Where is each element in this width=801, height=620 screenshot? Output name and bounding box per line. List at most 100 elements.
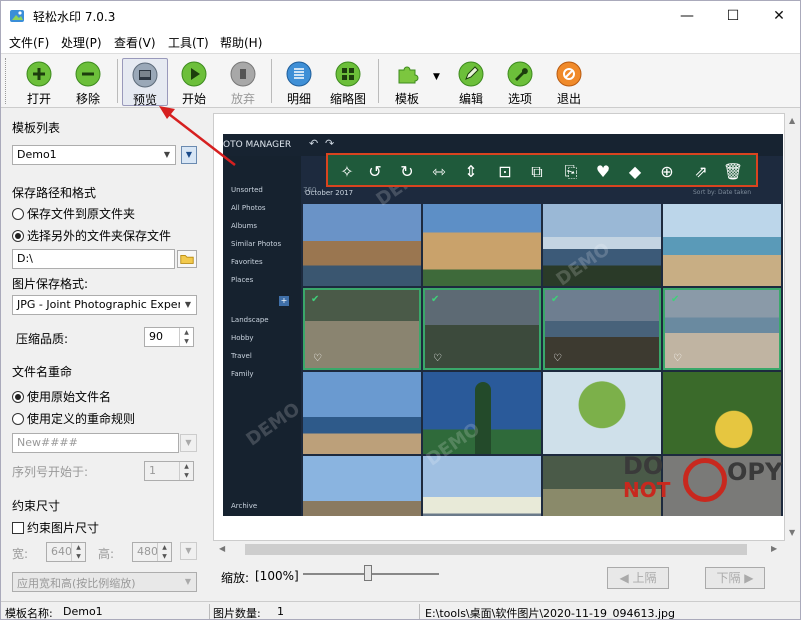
share-icon: ⇗	[694, 162, 708, 181]
zoom-slider-thumb[interactable]	[364, 565, 373, 581]
scroll-right-icon[interactable]: ▶	[771, 544, 777, 553]
start-button[interactable]: 开始	[171, 58, 217, 106]
open-button[interactable]: 打开	[16, 58, 62, 106]
undo-icon: ↶	[309, 137, 319, 150]
constrain-group: 约束尺寸 约束图片尺寸 宽: 640 ▲ ▼ 高: 480 ▲ ▼ ▼ 应用宽和高(…	[4, 497, 207, 601]
stepper-arrows-icon[interactable]: ▲ ▼	[179, 328, 193, 346]
preview-icon	[132, 62, 158, 88]
status-template-value: Demo1	[63, 605, 103, 618]
check-icon: ✔	[311, 294, 320, 305]
width-label: 宽:	[12, 547, 29, 561]
stepper-arrows-icon[interactable]: ▲ ▼	[71, 543, 85, 561]
delete-icon: 🗑	[722, 162, 744, 181]
remove-button[interactable]: 移除	[65, 58, 111, 106]
app-window: 轻松水印 7.0.3 — ☐ ✕ 文件(F) 处理(P) 查看(V) 工具(T)…	[0, 0, 801, 620]
template-button[interactable]: 模板	[384, 58, 430, 106]
browse-folder-button[interactable]	[177, 250, 197, 268]
scroll-up-icon[interactable]: ▲	[789, 116, 795, 125]
arrow-left-icon: ◀	[619, 571, 633, 585]
menu-help[interactable]: 帮助(H)	[220, 34, 262, 51]
scroll-down-icon[interactable]: ▼	[789, 528, 795, 537]
photo-thumbnail	[303, 456, 421, 516]
pattern-menu-button[interactable]: ▼	[180, 434, 197, 452]
status-template-label: 模板名称:	[5, 607, 53, 620]
image-overlay-toolbar: ✧ ↺ ↻ ⇿ ⇕ ⊡ ⧉ ⎘ ♥ ◆ ⊕ ⇗ 🗑	[326, 153, 758, 187]
crop-icon: ⊡	[498, 162, 512, 181]
menu-tools[interactable]: 工具(T)	[168, 34, 209, 51]
toolbar-separator	[117, 59, 118, 103]
constrain-checkbox[interactable]: 约束图片尺寸	[12, 519, 99, 536]
abort-button[interactable]: 放弃	[220, 58, 266, 106]
minimize-button[interactable]: —	[664, 1, 710, 31]
thumbnail-icon	[335, 61, 361, 87]
toolbar-separator	[271, 59, 272, 103]
heart-icon: ♡	[313, 353, 322, 364]
preview-sort: Sort by: Date taken	[693, 189, 752, 196]
rename-original-radio[interactable]: 使用原始文件名	[12, 388, 111, 405]
previous-button[interactable]: ◀ 上隔	[607, 567, 669, 589]
save-other-radio[interactable]: 选择另外的文件夹保存文件	[12, 227, 171, 244]
zoom-row: 缩放: [100%] ◀ 上隔 下隔 ▶	[213, 561, 800, 599]
menu-view[interactable]: 查看(V)	[114, 34, 156, 51]
rotate-right-icon: ↻	[400, 162, 414, 181]
exit-icon	[556, 61, 582, 87]
zoom-label: 缩放:	[221, 571, 250, 585]
toolbar-separator	[378, 59, 379, 103]
status-file-path: E:\tools\桌面\软件图片\2020-11-19_094613.jpg	[425, 607, 675, 620]
check-icon: ✔	[671, 294, 680, 305]
puzzle-icon	[398, 66, 419, 84]
template-list-heading: 模板列表	[12, 121, 61, 135]
rotate-left-icon: ↺	[368, 162, 382, 181]
photo-thumbnail	[423, 204, 541, 286]
save-original-radio[interactable]: 保存文件到原文件夹	[12, 205, 135, 222]
next-button[interactable]: 下隔 ▶	[705, 567, 765, 589]
menu-file[interactable]: 文件(F)	[9, 34, 49, 51]
scale-mode-select[interactable]: 应用宽和高(按比例缩放) ▼	[12, 572, 197, 592]
folder-icon	[180, 255, 194, 264]
thumbnail-button[interactable]: 缩略图	[325, 58, 371, 106]
width-stepper[interactable]: 640 ▲ ▼	[46, 542, 86, 562]
photo-thumbnail	[663, 372, 781, 454]
constrain-heading: 约束尺寸	[12, 499, 61, 513]
rename-custom-radio[interactable]: 使用定义的重命规则	[12, 410, 135, 427]
arrow-right-icon: ▶	[740, 571, 754, 585]
status-count-label: 图片数量:	[213, 607, 261, 620]
menu-process[interactable]: 处理(P)	[61, 34, 102, 51]
wrench-icon	[507, 61, 533, 87]
preview-image: OTO MANAGER ↶ ↷ Unsorted All Photos Albu…	[223, 134, 783, 516]
close-button[interactable]: ✕	[756, 1, 800, 31]
height-stepper[interactable]: 480 ▲ ▼	[132, 542, 172, 562]
format-select[interactable]: JPG - Joint Photographic Experts G ▼	[12, 295, 197, 315]
translate-icon: ⎘	[564, 162, 578, 181]
preview-button[interactable]: 预览	[122, 58, 168, 107]
maximize-button[interactable]: ☐	[710, 1, 756, 31]
magic-wand-icon: ✧	[340, 162, 354, 181]
quality-stepper[interactable]: 90 ▲ ▼	[144, 327, 194, 347]
copy-stamp: DO NOT OPY	[623, 452, 783, 502]
pencil-icon	[458, 61, 484, 87]
stepper-arrows-icon[interactable]: ▲ ▼	[179, 462, 193, 480]
detail-button[interactable]: 明细	[276, 58, 322, 106]
stop-icon	[230, 61, 256, 87]
flip-vertical-icon: ⇕	[464, 162, 478, 181]
play-icon	[181, 61, 207, 87]
sequence-stepper[interactable]: 1 ▲ ▼	[144, 461, 194, 481]
template-dropdown-arrow-icon[interactable]: ▼	[433, 72, 440, 82]
resize-icon: ⧉	[531, 162, 543, 181]
stepper-arrows-icon[interactable]: ▲ ▼	[157, 543, 171, 561]
horizontal-scroll-thumb[interactable]	[245, 544, 747, 555]
options-button[interactable]: 选项	[497, 58, 543, 106]
photo-thumbnail	[303, 204, 421, 286]
sequence-label: 序列号开始于:	[12, 465, 89, 479]
scroll-left-icon[interactable]: ◀	[219, 544, 225, 553]
save-path-input[interactable]: D:\	[12, 249, 175, 269]
size-menu-button[interactable]: ▼	[180, 542, 197, 560]
heart-icon: ♡	[553, 353, 562, 364]
vertical-scrollbar[interactable]: ▲ ▼	[785, 113, 800, 541]
edit-button[interactable]: 编辑	[448, 58, 494, 106]
tag-icon: ◆	[628, 162, 642, 181]
rename-pattern-input[interactable]: New####	[12, 433, 179, 453]
remove-icon	[75, 61, 101, 87]
exit-button[interactable]: 退出	[546, 58, 592, 106]
heart-icon: ♡	[673, 353, 682, 364]
